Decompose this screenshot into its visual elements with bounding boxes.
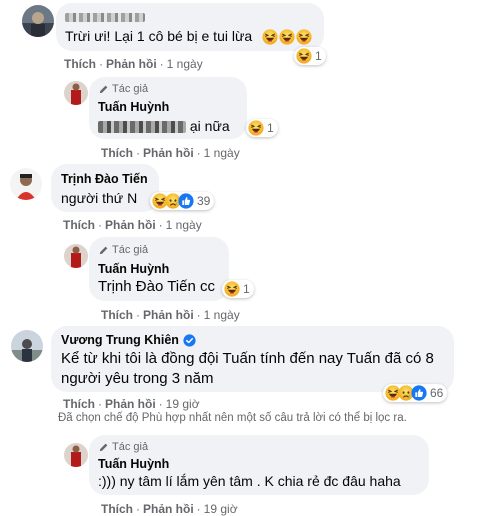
- avatar[interactable]: [64, 443, 88, 467]
- comment-actions: Thích · Phản hồi · 1 ngày: [64, 57, 203, 71]
- reaction-summary[interactable]: 1: [222, 280, 254, 298]
- avatar[interactable]: [11, 330, 43, 362]
- comment-text: người thứ N: [61, 190, 138, 206]
- like-link[interactable]: Thích: [64, 57, 96, 71]
- reaction-summary[interactable]: 39: [150, 192, 215, 210]
- redacted-text: [98, 121, 186, 134]
- avatar[interactable]: [64, 244, 88, 268]
- inline-emojis: [262, 29, 312, 45]
- haha-emoji: [296, 29, 312, 45]
- reaction-count: 1: [267, 121, 274, 135]
- author-badge: Tác giả: [98, 83, 148, 95]
- comment-text: ại nữa: [98, 117, 230, 136]
- reply-link[interactable]: Phản hồi: [106, 57, 157, 71]
- reaction-count: 1: [243, 282, 250, 296]
- comment-time[interactable]: 19 giờ: [204, 502, 238, 516]
- comment-actions: Thích · Phản hồi · 1 ngày: [63, 218, 202, 232]
- reply-bubble: Tác giả Tuấn Huỳnh :))) ny tâm lí lắm yê…: [89, 435, 429, 495]
- comment-text: Trừi ưi! Lại 1 cô bé bị e tui lừa: [65, 28, 253, 44]
- author-badge: Tác giả: [98, 441, 148, 453]
- pencil-author-icon: [98, 245, 109, 256]
- haha-emoji: [248, 120, 264, 136]
- haha-emoji: [224, 281, 240, 297]
- comment-author-name[interactable]: Tuấn Huỳnh: [98, 100, 169, 114]
- reaction-summary[interactable]: 66: [383, 384, 448, 402]
- like-link[interactable]: Thích: [101, 146, 133, 160]
- comment-actions: Thích · Phản hồi · 1 ngày: [101, 308, 240, 322]
- pencil-author-icon: [98, 84, 109, 95]
- reaction-count: 39: [197, 194, 211, 208]
- comment-time[interactable]: 1 ngày: [204, 146, 240, 160]
- like-link[interactable]: Thích: [101, 308, 133, 322]
- like-emoji: [178, 193, 194, 209]
- verified-badge-icon: [183, 333, 196, 347]
- comment-author-name[interactable]: Trịnh Đào Tiến: [61, 172, 148, 186]
- haha-emoji: [296, 48, 312, 64]
- comment-time[interactable]: 1 ngày: [204, 308, 240, 322]
- reaction-count: 1: [315, 49, 322, 63]
- avatar[interactable]: [64, 81, 88, 105]
- comment-bubble: Vương Trung Khiên Kể từ khi tôi là đồng …: [51, 326, 454, 392]
- comment-author-name[interactable]: Vương Trung Khiên: [61, 333, 179, 347]
- comment-time[interactable]: 1 ngày: [166, 218, 202, 232]
- reply-link[interactable]: Phản hồi: [105, 218, 156, 232]
- pencil-author-icon: [98, 442, 109, 453]
- comment-author-name[interactable]: Tuấn Huỳnh: [98, 262, 169, 276]
- comment-actions: Thích · Phản hồi · 1 ngày: [101, 146, 240, 160]
- reaction-summary[interactable]: 1: [294, 47, 326, 65]
- reply-bubble: Tác giả Tuấn Huỳnh ại nữa: [89, 77, 247, 139]
- comment-time[interactable]: 19 giờ: [166, 397, 200, 411]
- author-badge: Tác giả: [98, 244, 148, 256]
- filter-notice: Đã chọn chế độ Phù hợp nhất nên một số c…: [58, 412, 407, 424]
- comment-author-name[interactable]: Tuấn Huỳnh: [98, 457, 169, 471]
- like-link[interactable]: Thích: [63, 218, 95, 232]
- comment-text: Kể từ khi tôi là đồng đội Tuấn tính đến …: [61, 350, 434, 387]
- redacted-name: [65, 13, 145, 23]
- haha-emoji: [279, 29, 295, 45]
- reaction-summary[interactable]: 1: [246, 119, 278, 137]
- comment-author-row: Vương Trung Khiên: [61, 333, 196, 347]
- like-link[interactable]: Thích: [63, 397, 95, 411]
- haha-emoji: [262, 29, 278, 45]
- reply-link[interactable]: Phản hồi: [105, 397, 156, 411]
- comment-time[interactable]: 1 ngày: [167, 57, 203, 71]
- comment-text: :))) ny tâm lí lắm yên tâm . K chia rẻ đ…: [98, 473, 401, 489]
- avatar[interactable]: [10, 168, 42, 200]
- reaction-count: 66: [430, 386, 444, 400]
- comment-actions: Thích · Phản hồi · 19 giờ: [101, 502, 238, 516]
- reply-bubble: Tác giả Tuấn Huỳnh Trịnh Đào Tiến cc: [89, 237, 229, 301]
- like-emoji: [411, 385, 427, 401]
- reply-link[interactable]: Phản hồi: [143, 308, 194, 322]
- comment-author-name[interactable]: [65, 9, 145, 23]
- comment-actions: Thích · Phản hồi · 19 giờ: [63, 397, 200, 411]
- comment-bubble: Trịnh Đào Tiến người thứ N: [51, 164, 159, 212]
- reply-link[interactable]: Phản hồi: [143, 502, 194, 516]
- reply-link[interactable]: Phản hồi: [143, 146, 194, 160]
- comment-bubble: Trừi ưi! Lại 1 cô bé bị e tui lừa: [56, 3, 324, 51]
- comment-text: Trịnh Đào Tiến cc: [98, 278, 215, 295]
- avatar[interactable]: [22, 5, 54, 37]
- like-link[interactable]: Thích: [101, 502, 133, 516]
